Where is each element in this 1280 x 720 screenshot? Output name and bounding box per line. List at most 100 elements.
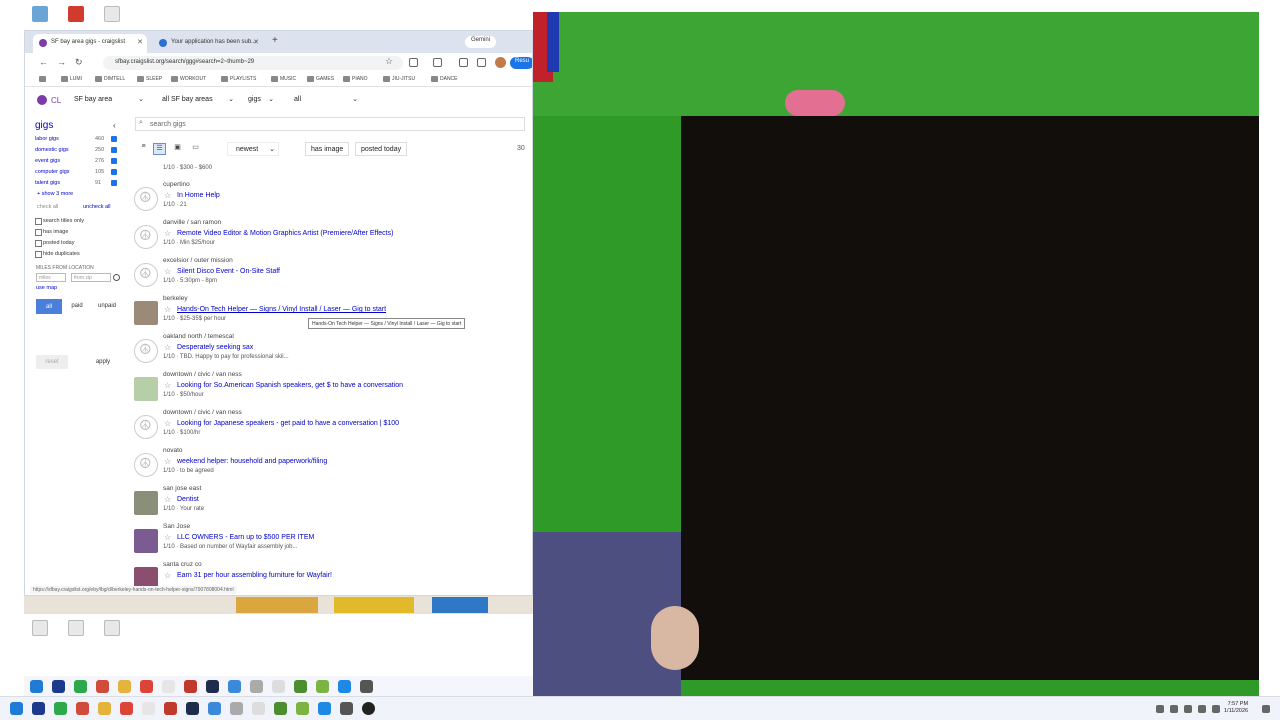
- app-icon[interactable]: [318, 702, 331, 715]
- sidebar-item-labor-gigs[interactable]: labor gigs 460: [35, 135, 123, 145]
- list-item[interactable]: cupertino ☆ In Home Help 1/10 · 21: [133, 181, 528, 219]
- favorite-star-icon[interactable]: ☆: [164, 267, 171, 276]
- has-image-checkbox[interactable]: has image: [35, 229, 68, 236]
- bookmark-star-icon[interactable]: ☆: [385, 56, 393, 67]
- extension-icon[interactable]: [409, 58, 418, 67]
- browser-icon[interactable]: [74, 680, 87, 693]
- bookmark-folder[interactable]: JIU-JITSU: [383, 76, 415, 82]
- listing-title[interactable]: Remote Video Editor & Motion Graphics Ar…: [177, 230, 393, 237]
- category-checkbox[interactable]: [111, 136, 117, 142]
- app-icon[interactable]: [52, 680, 65, 693]
- app-icon[interactable]: [294, 680, 307, 693]
- app-icon[interactable]: [186, 702, 199, 715]
- search-input[interactable]: ⌕ search gigs: [135, 117, 525, 131]
- has-image-filter-button[interactable]: has image: [305, 142, 350, 156]
- category-checkbox[interactable]: [111, 147, 117, 153]
- sidebar-item-computer-gigs[interactable]: computer gigs 105: [35, 168, 123, 178]
- recycle-bin-icon[interactable]: [22, 6, 58, 26]
- desktop-file-icon[interactable]: [22, 620, 58, 640]
- listing-title[interactable]: Silent Disco Event - On-Site Staff: [177, 268, 280, 275]
- folder-icon[interactable]: [118, 680, 131, 693]
- tray-chevron-icon[interactable]: [1156, 705, 1164, 713]
- favorite-star-icon[interactable]: ☆: [164, 229, 171, 238]
- app-icon[interactable]: [228, 680, 241, 693]
- pay-filter-paid[interactable]: paid: [64, 299, 90, 314]
- app-icon[interactable]: [142, 702, 155, 715]
- volume-icon[interactable]: [1184, 705, 1192, 713]
- language-icon[interactable]: [1212, 705, 1220, 713]
- pay-filter-unpaid[interactable]: unpaid: [92, 299, 122, 314]
- listing-title[interactable]: Earn 31 per hour assembling furniture fo…: [177, 572, 332, 579]
- start-icon[interactable]: [10, 702, 23, 715]
- app-icon[interactable]: [96, 680, 109, 693]
- show-more-link[interactable]: + show 3 more: [37, 191, 73, 197]
- app-icon[interactable]: [274, 702, 287, 715]
- app-icon[interactable]: [76, 702, 89, 715]
- subcategory-select[interactable]: all ⌄: [289, 93, 361, 108]
- app-icon[interactable]: [164, 702, 177, 715]
- app-icon[interactable]: [338, 680, 351, 693]
- list-item[interactable]: san jose east ☆ Dentist 1/10 · Your rate: [133, 485, 528, 523]
- forward-arrow-icon[interactable]: →: [57, 57, 66, 67]
- battery-icon[interactable]: [1198, 705, 1206, 713]
- list-item[interactable]: danville / san ramon ☆ Remote Video Edit…: [133, 219, 528, 257]
- bookmark-folder[interactable]: PLAYLISTS: [221, 76, 256, 82]
- listing-title[interactable]: Desperately seeking sax: [177, 344, 253, 351]
- taskbar-clock[interactable]: 7:57 PM 1/11/2026: [1224, 701, 1248, 715]
- listing-thumbnail[interactable]: [134, 377, 158, 401]
- listing-title[interactable]: Looking for So.American Spanish speakers…: [177, 382, 403, 389]
- category-select[interactable]: gigs ⌄: [243, 93, 277, 108]
- app-icon[interactable]: [250, 680, 263, 693]
- miles-input[interactable]: miles: [36, 273, 66, 282]
- listing-title[interactable]: Dentist: [177, 496, 199, 503]
- bookmark-folder[interactable]: WORKOUT: [171, 76, 206, 82]
- from-zip-input[interactable]: from zip: [71, 273, 111, 282]
- chrome-icon[interactable]: [120, 702, 133, 715]
- chrome-icon[interactable]: [140, 680, 153, 693]
- locate-icon[interactable]: [113, 274, 120, 281]
- tab-application[interactable]: Your application has been sub... ✕: [153, 34, 263, 53]
- listing-title[interactable]: In Home Help: [177, 192, 220, 199]
- desktop-file-icon[interactable]: [58, 620, 94, 640]
- app-icon[interactable]: [32, 702, 45, 715]
- download-icon[interactable]: [459, 58, 468, 67]
- listing-thumbnail[interactable]: [134, 491, 158, 515]
- gallery-view-icon[interactable]: ▣: [171, 143, 184, 155]
- close-tab-icon[interactable]: ✕: [137, 38, 143, 46]
- play-icon[interactable]: [362, 702, 375, 715]
- bookmark-folder[interactable]: PIANO: [343, 76, 368, 82]
- address-bar[interactable]: sfbay.craigslist.org/search/ggg#search=2…: [103, 56, 403, 70]
- app-icon[interactable]: [360, 680, 373, 693]
- use-map-link[interactable]: use map: [36, 285, 57, 291]
- pdf-file-icon[interactable]: [58, 6, 94, 26]
- hide-duplicates-checkbox[interactable]: hide duplicates: [35, 251, 80, 258]
- reload-icon[interactable]: ↻: [75, 57, 83, 68]
- bookmark-folder[interactable]: GAMES: [307, 76, 334, 82]
- listing-title[interactable]: LLC OWNERS - Earn up to $500 PER ITEM: [177, 534, 314, 541]
- posted-today-filter-button[interactable]: posted today: [355, 142, 408, 156]
- reset-button[interactable]: reset: [36, 355, 68, 369]
- bookmark-folder[interactable]: LUMI: [61, 76, 82, 82]
- uncheck-all-link[interactable]: uncheck all: [83, 204, 111, 210]
- category-checkbox[interactable]: [111, 180, 117, 186]
- list-item[interactable]: novato ☆ weekend helper: household and p…: [133, 447, 528, 485]
- collapse-chevron-icon[interactable]: ‹: [113, 121, 116, 130]
- app-icon[interactable]: [296, 702, 309, 715]
- app-icon[interactable]: [272, 680, 285, 693]
- profile-avatar[interactable]: [495, 57, 506, 68]
- listing-thumbnail[interactable]: [134, 301, 158, 325]
- bookmark-folder[interactable]: DANCE: [431, 76, 458, 82]
- tab-craigslist[interactable]: SF bay area gigs - craigslist ✕: [33, 34, 147, 53]
- preview-view-icon[interactable]: ▭: [189, 143, 202, 155]
- pay-filter-all[interactable]: all: [36, 299, 62, 314]
- list-item[interactable]: oakland north / temescal ☆ Desperately s…: [133, 333, 528, 371]
- app-icon[interactable]: [252, 702, 265, 715]
- favorite-star-icon[interactable]: ☆: [164, 533, 171, 542]
- screenshot-icon[interactable]: [433, 58, 442, 67]
- bookmarks-menu-icon[interactable]: [477, 58, 486, 67]
- start-icon[interactable]: [30, 680, 43, 693]
- search-titles-only-checkbox[interactable]: search titles only: [35, 218, 84, 225]
- desktop-file-icon[interactable]: [94, 620, 130, 640]
- subarea-select[interactable]: all SF bay areas ⌄: [157, 93, 237, 108]
- app-icon[interactable]: [208, 702, 221, 715]
